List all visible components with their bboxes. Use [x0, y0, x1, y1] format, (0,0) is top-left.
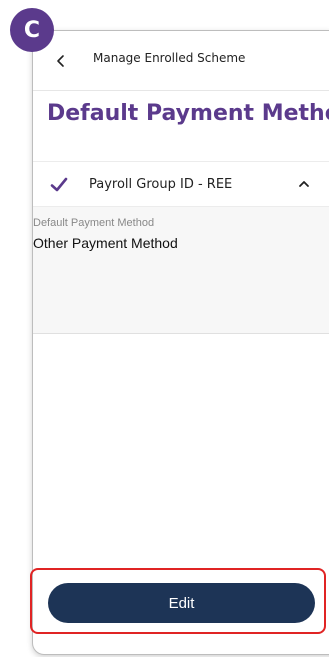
page-title: Default Payment Method	[47, 101, 329, 126]
top-bar: Manage Enrolled Scheme	[33, 31, 329, 91]
scheme-label: Payroll Group ID - REE	[89, 177, 233, 192]
phone-screen: Manage Enrolled Scheme Default Payment M…	[32, 30, 329, 655]
header-title: Manage Enrolled Scheme	[93, 51, 246, 65]
check-icon	[50, 177, 68, 192]
chevron-up-icon[interactable]	[297, 177, 311, 191]
back-button[interactable]	[49, 49, 73, 73]
edit-button[interactable]: Edit	[48, 583, 315, 623]
default-payment-label: Default Payment Method	[33, 217, 155, 229]
step-badge: C	[10, 8, 54, 52]
scheme-accordion-header[interactable]: Payroll Group ID - REE	[33, 161, 329, 207]
chevron-left-icon	[57, 55, 64, 67]
scheme-details-panel: Default Payment Method Other Payment Met…	[33, 206, 329, 334]
default-payment-value: Other Payment Method	[33, 235, 178, 251]
